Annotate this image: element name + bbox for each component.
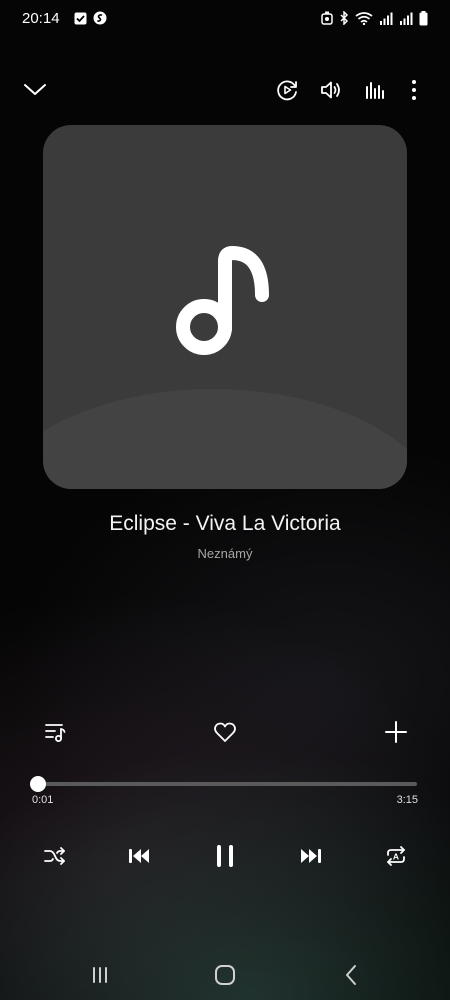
svg-text:A: A	[393, 852, 399, 862]
status-left: 20:14	[22, 10, 107, 27]
track-artist[interactable]: Neznámý	[0, 546, 450, 561]
more-vert-icon[interactable]	[396, 72, 432, 108]
home-icon[interactable]	[207, 957, 243, 993]
battery-icon	[419, 10, 428, 26]
previous-icon[interactable]	[121, 838, 157, 874]
status-time: 20:14	[22, 9, 60, 27]
back-icon[interactable]	[333, 957, 369, 993]
shuffle-icon[interactable]	[37, 838, 73, 874]
status-right	[321, 10, 428, 26]
wifi-icon	[355, 11, 373, 25]
progress-bar[interactable]	[29, 776, 417, 792]
queue-icon[interactable]	[37, 714, 73, 750]
system-nav-bar	[0, 950, 450, 1000]
checkbox-notification-icon	[74, 12, 87, 25]
equalizer-icon[interactable]	[357, 72, 393, 108]
shazam-icon	[93, 11, 107, 25]
chevron-down-icon[interactable]	[17, 72, 53, 108]
music-note-icon	[170, 245, 280, 370]
heart-icon[interactable]	[207, 714, 243, 750]
time-elapsed: 0:01	[32, 794, 54, 806]
signal-icon	[379, 12, 393, 25]
recents-icon[interactable]	[82, 957, 118, 993]
repeat-a-icon[interactable]: A	[378, 838, 414, 874]
album-art-shade	[43, 389, 407, 489]
smart-view-icon[interactable]	[269, 72, 305, 108]
progress-thumb[interactable]	[29, 776, 46, 792]
time-total: 3:15	[396, 794, 418, 806]
status-bar: 20:14	[0, 0, 450, 36]
bluetooth-icon	[339, 11, 349, 25]
player-toolbar	[0, 70, 450, 110]
add-icon[interactable]	[378, 714, 414, 750]
signal-icon	[399, 12, 413, 25]
pause-icon[interactable]	[207, 838, 243, 874]
volume-icon[interactable]	[313, 72, 349, 108]
alarm-icon	[321, 11, 333, 25]
track-title: Eclipse - Viva La Victoria	[109, 512, 341, 535]
album-art	[43, 125, 407, 489]
next-icon[interactable]	[293, 838, 329, 874]
